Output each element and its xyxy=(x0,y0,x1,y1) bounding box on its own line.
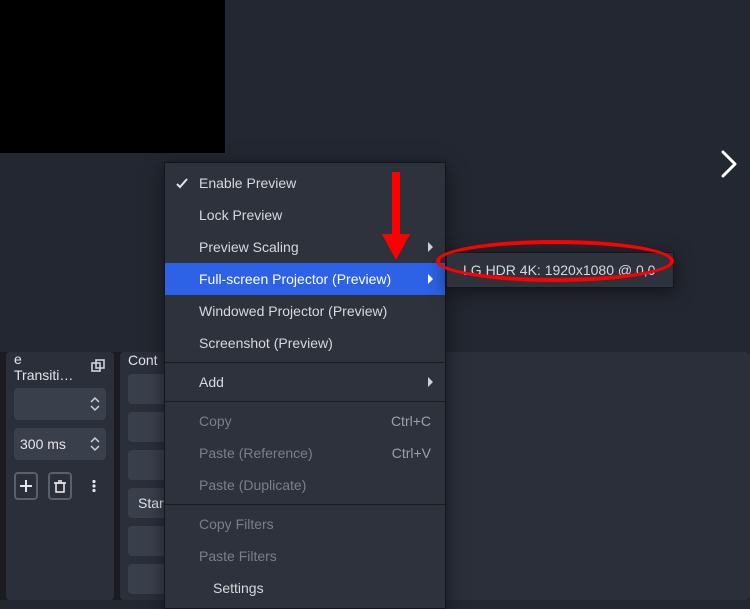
menu-label: Copy xyxy=(199,413,232,429)
menu-enable-preview[interactable]: Enable Preview xyxy=(165,167,445,199)
menu-separator xyxy=(165,504,445,505)
chevron-up-icon[interactable] xyxy=(90,436,100,444)
menu-separator xyxy=(165,401,445,402)
submenu-label: LG HDR 4K: 1920x1080 @ 0,0 xyxy=(463,262,655,278)
menu-preview-scaling[interactable]: Preview Scaling xyxy=(165,231,445,263)
menu-fullscreen-projector[interactable]: Full-screen Projector (Preview) xyxy=(165,263,445,295)
start-button-label: Star xyxy=(138,495,164,511)
vertical-dots-icon xyxy=(87,479,101,493)
menu-label: Add xyxy=(199,374,224,390)
transitions-panel: e Transiti… xyxy=(6,352,114,600)
transition-duration-input[interactable] xyxy=(20,436,74,452)
menu-label: Screenshot (Preview) xyxy=(199,335,333,351)
menu-paste-filters: Paste Filters xyxy=(165,540,445,572)
menu-shortcut: Ctrl+V xyxy=(392,445,431,461)
menu-label: Windowed Projector (Preview) xyxy=(199,303,387,319)
preview-context-menu: Enable Preview Lock Preview Preview Scal… xyxy=(164,162,446,609)
transitions-title: e Transiti… xyxy=(14,351,73,383)
menu-label: Full-screen Projector (Preview) xyxy=(199,271,391,287)
menu-paste-reference: Paste (Reference) Ctrl+V xyxy=(165,437,445,469)
menu-label: Settings xyxy=(213,580,264,596)
menu-label: Lock Preview xyxy=(199,207,282,223)
menu-label: Preview Scaling xyxy=(199,239,299,255)
chevron-down-icon[interactable] xyxy=(90,444,100,452)
transition-options-button[interactable] xyxy=(82,472,106,500)
menu-copy: Copy Ctrl+C xyxy=(165,405,445,437)
menu-settings[interactable]: Settings xyxy=(165,572,445,604)
trash-icon xyxy=(53,479,67,493)
check-icon xyxy=(175,176,189,190)
plus-icon xyxy=(19,479,33,493)
chevron-down-icon[interactable] xyxy=(90,404,100,412)
dock-duplicate-icon[interactable] xyxy=(89,356,106,378)
menu-windowed-projector[interactable]: Windowed Projector (Preview) xyxy=(165,295,445,327)
menu-paste-duplicate: Paste (Duplicate) xyxy=(165,469,445,501)
menu-label: Enable Preview xyxy=(199,175,296,191)
submenu-display-option[interactable]: LG HDR 4K: 1920x1080 @ 0,0 xyxy=(447,256,673,284)
menu-label: Paste (Duplicate) xyxy=(199,477,306,493)
menu-label: Paste Filters xyxy=(199,548,277,564)
menu-screenshot-preview[interactable]: Screenshot (Preview) xyxy=(165,327,445,359)
delete-transition-button[interactable] xyxy=(48,472,72,500)
menu-shortcut: Ctrl+C xyxy=(391,413,431,429)
preview-canvas[interactable] xyxy=(0,0,225,153)
chevron-up-icon[interactable] xyxy=(90,396,100,404)
transition-select[interactable] xyxy=(14,388,106,420)
menu-lock-preview[interactable]: Lock Preview xyxy=(165,199,445,231)
menu-label: Paste (Reference) xyxy=(199,445,313,461)
transition-duration-row xyxy=(14,428,106,460)
menu-add[interactable]: Add xyxy=(165,366,445,398)
fullscreen-projector-submenu: LG HDR 4K: 1920x1080 @ 0,0 xyxy=(446,252,674,288)
add-transition-button[interactable] xyxy=(14,472,38,500)
menu-label: Copy Filters xyxy=(199,516,274,532)
menu-copy-filters: Copy Filters xyxy=(165,508,445,540)
next-scene-button[interactable] xyxy=(714,144,744,184)
controls-title: Cont xyxy=(128,352,158,368)
chevron-right-icon xyxy=(719,150,739,178)
menu-separator xyxy=(165,362,445,363)
